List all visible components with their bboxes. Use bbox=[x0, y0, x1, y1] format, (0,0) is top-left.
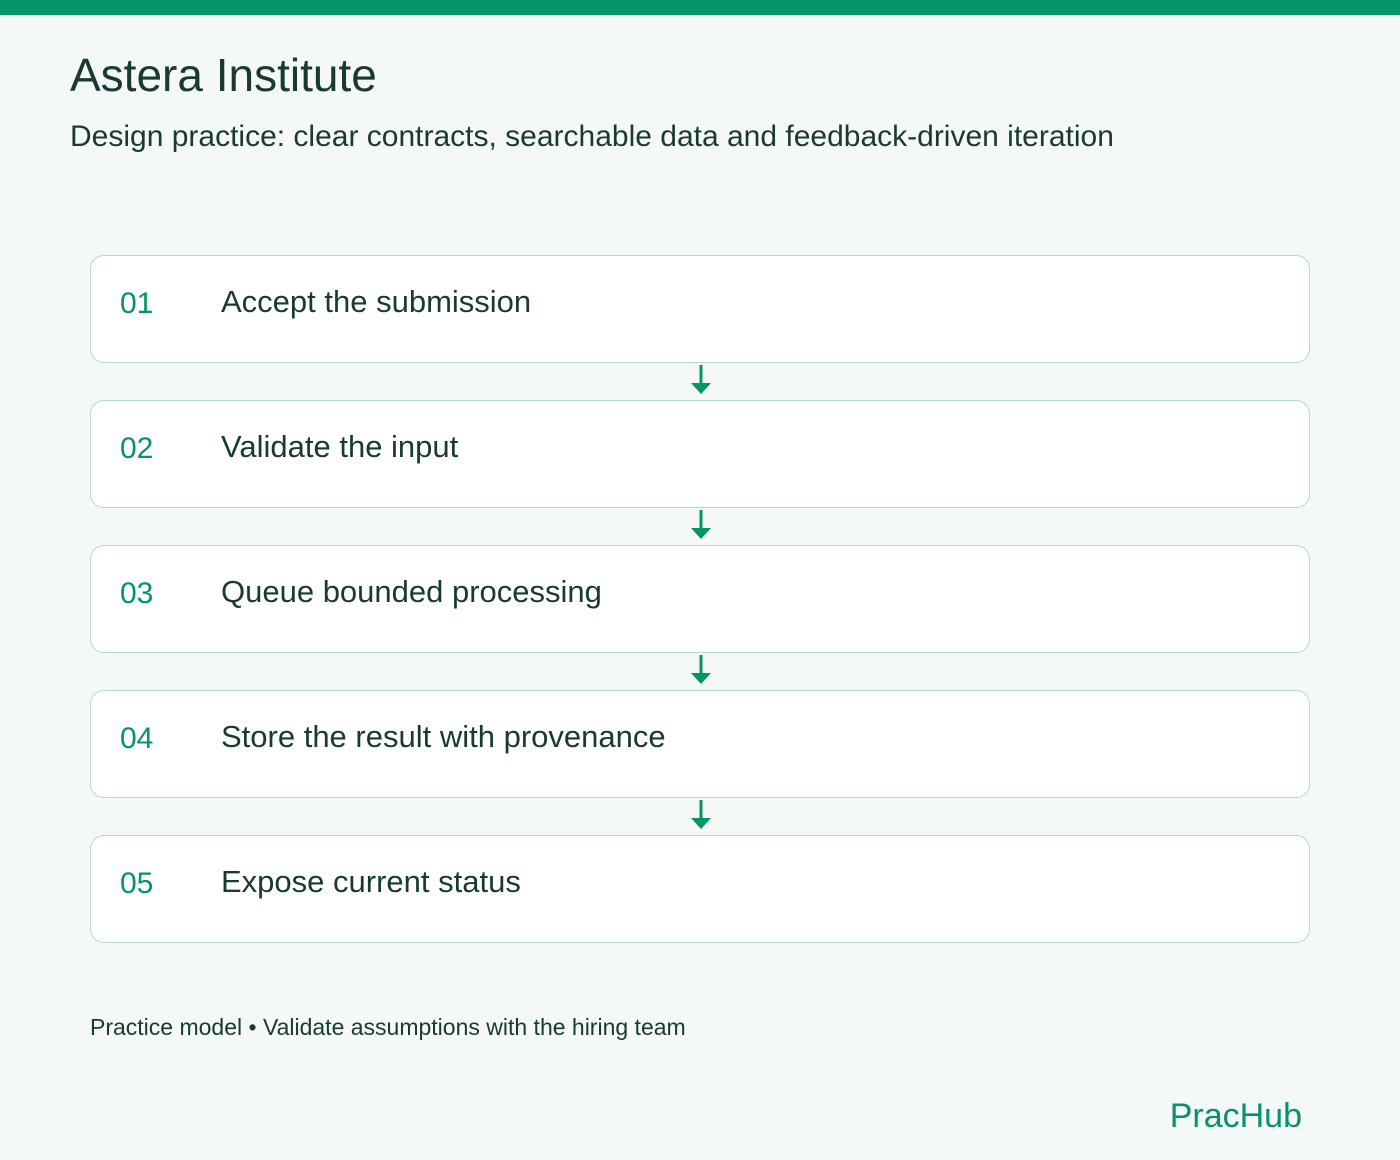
step-connector bbox=[90, 363, 1310, 400]
step-card-2: 02 Validate the input bbox=[90, 400, 1310, 508]
brand-logo-text: PracHub bbox=[1169, 1097, 1302, 1135]
step-label: Accept the submission bbox=[221, 284, 532, 319]
step-label: Expose current status bbox=[221, 864, 521, 899]
arrow-down-icon bbox=[691, 800, 711, 829]
arrow-down-icon bbox=[691, 655, 711, 684]
arrow-down-icon bbox=[691, 365, 711, 394]
step-card-3: 03 Queue bounded processing bbox=[90, 545, 1310, 653]
step-card-4: 04 Store the result with provenance bbox=[90, 690, 1310, 798]
step-label: Validate the input bbox=[221, 429, 459, 464]
arrow-down-icon bbox=[691, 510, 711, 539]
step-connector bbox=[90, 508, 1310, 545]
top-accent-bar bbox=[0, 0, 1400, 15]
step-number: 02 bbox=[120, 432, 154, 465]
step-number: 03 bbox=[120, 577, 154, 610]
step-card-1: 01 Accept the submission bbox=[90, 255, 1310, 363]
process-flow: 01 Accept the submission 02 Validate the… bbox=[90, 255, 1310, 943]
page-title: Astera Institute bbox=[70, 49, 377, 101]
step-label: Store the result with provenance bbox=[221, 719, 666, 754]
step-card-5: 05 Expose current status bbox=[90, 835, 1310, 943]
footnote: Practice model • Validate assumptions wi… bbox=[90, 1014, 686, 1040]
step-connector bbox=[90, 798, 1310, 835]
step-connector bbox=[90, 653, 1310, 690]
step-number: 05 bbox=[120, 867, 154, 900]
step-number: 04 bbox=[120, 722, 154, 755]
step-label: Queue bounded processing bbox=[221, 574, 602, 609]
page-subtitle: Design practice: clear contracts, search… bbox=[70, 120, 1114, 153]
step-number: 01 bbox=[120, 287, 154, 320]
